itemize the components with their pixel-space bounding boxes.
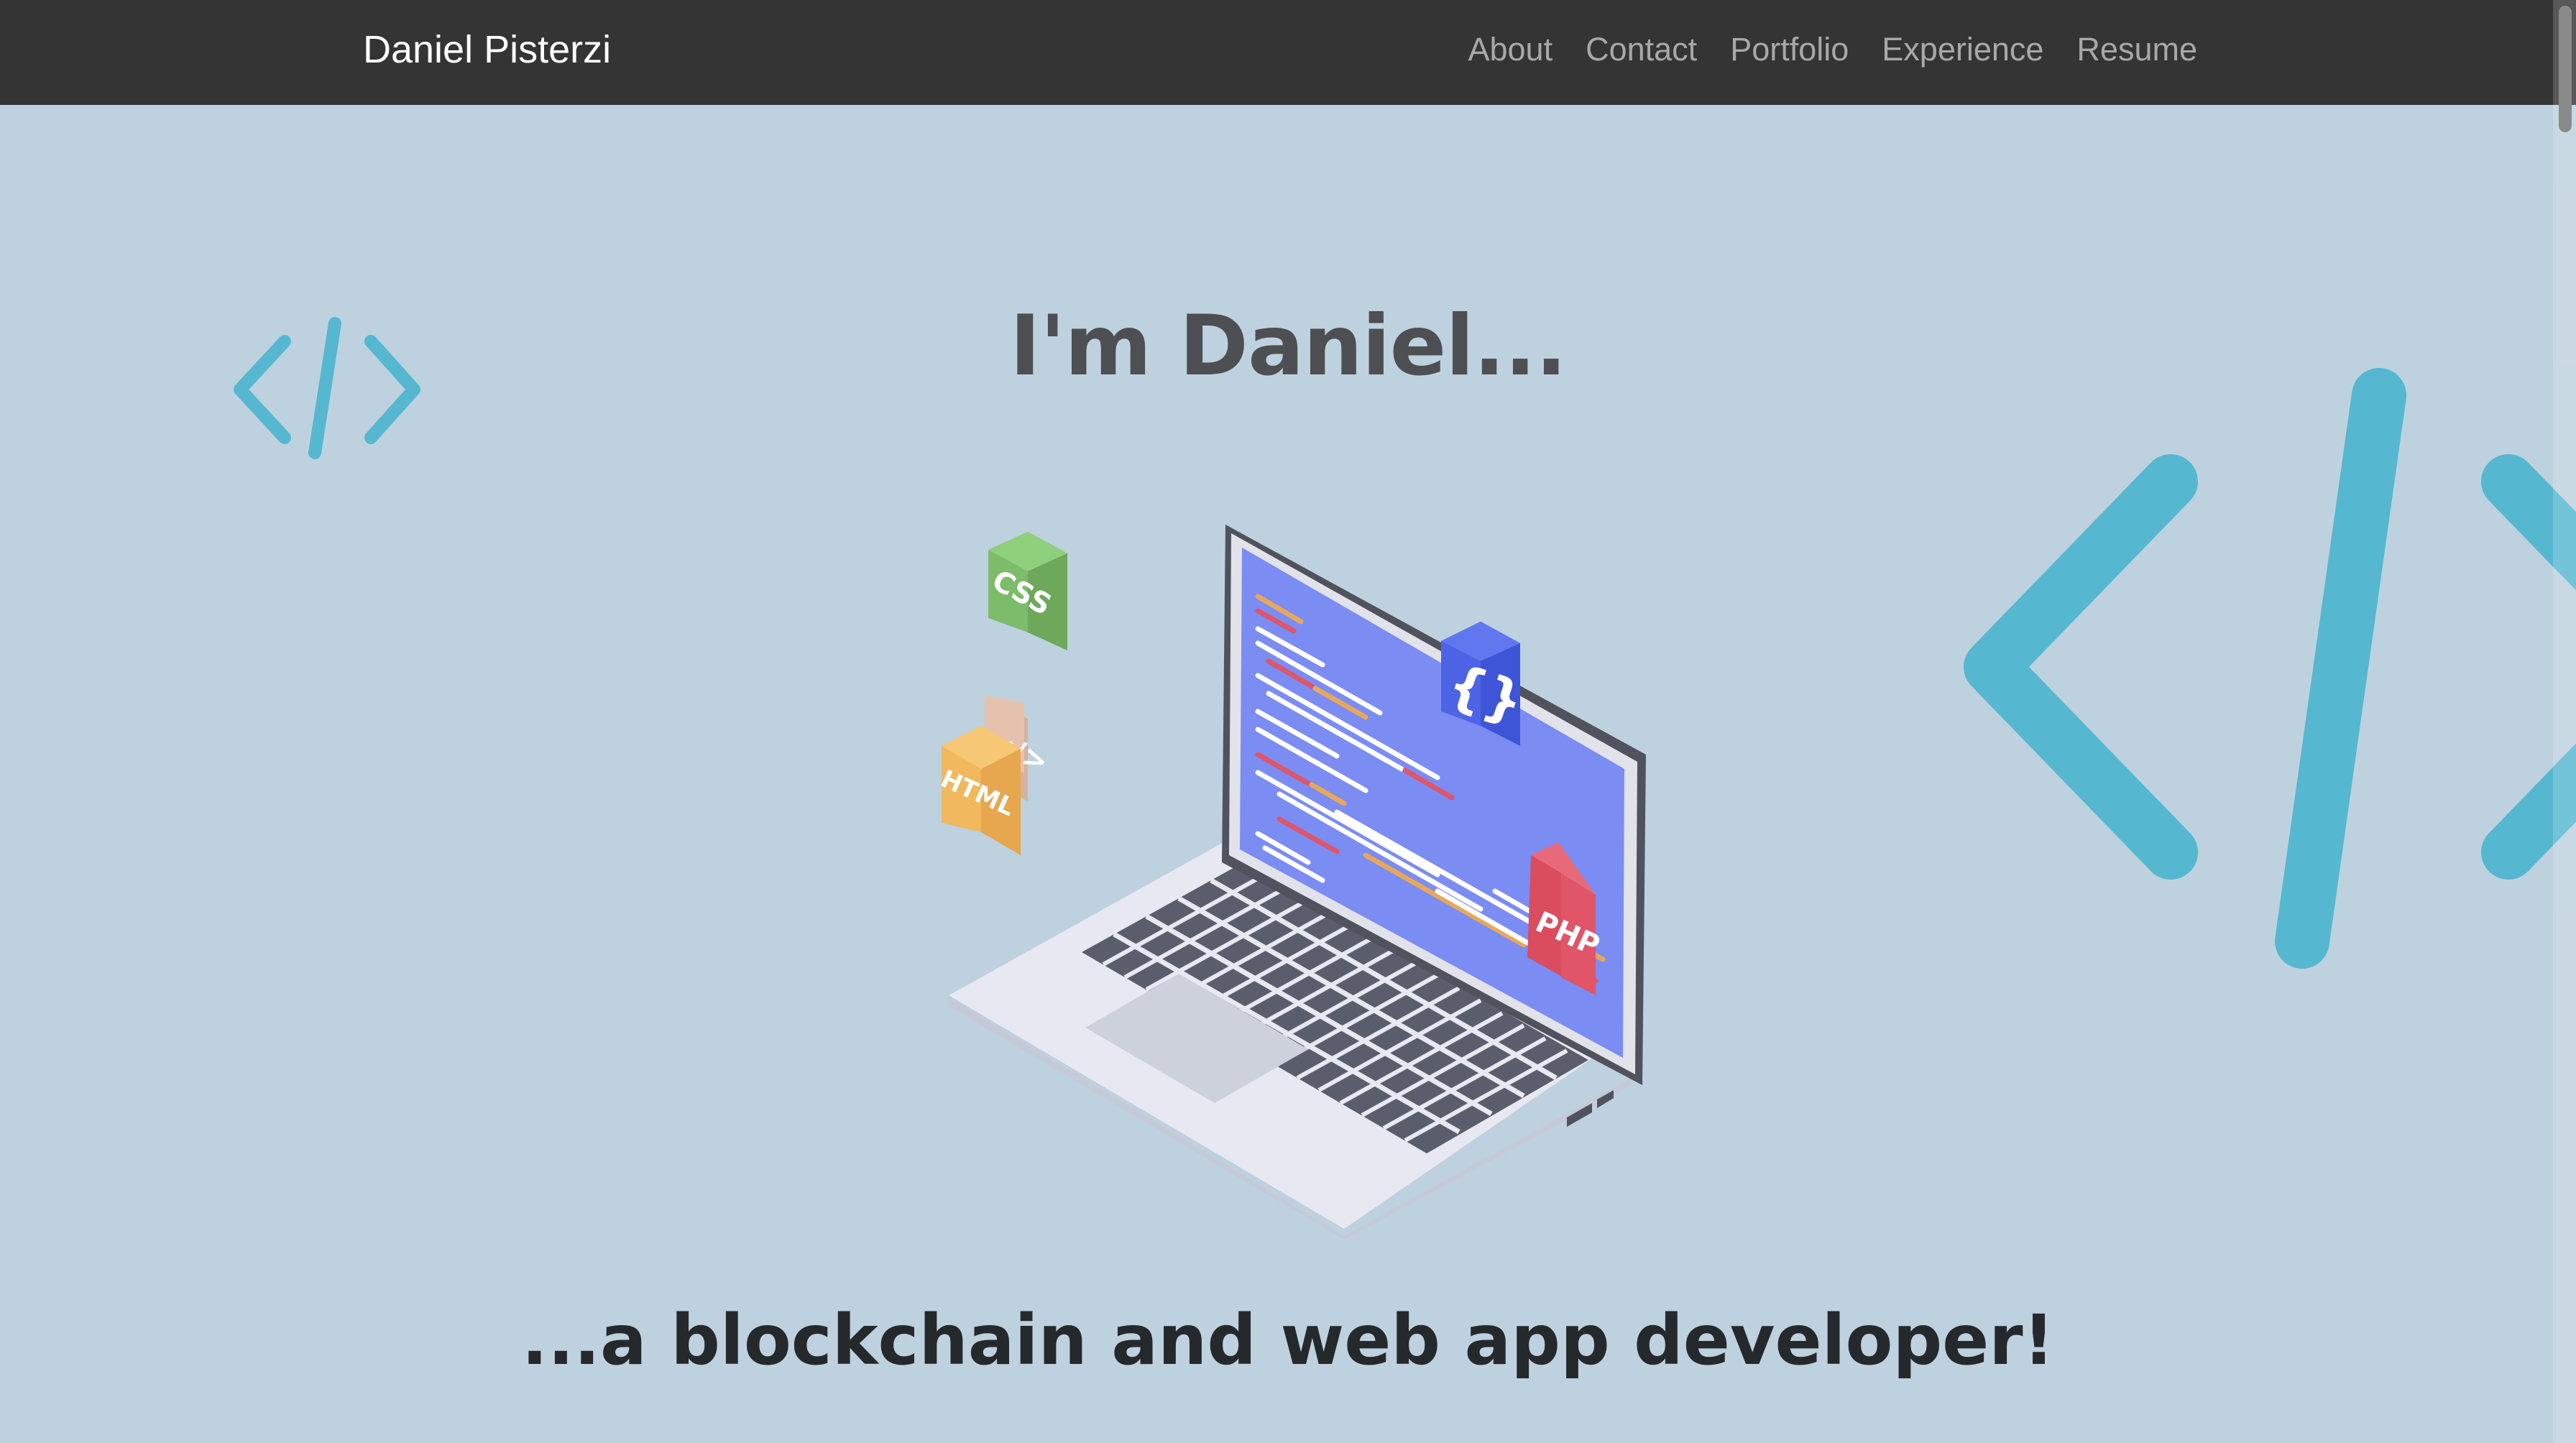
html-badge: HTML xyxy=(937,726,1021,855)
scrollbar-thumb[interactable] xyxy=(2559,6,2572,132)
page-scrollbar[interactable] xyxy=(2553,0,2576,1443)
nav-link-about[interactable]: About xyxy=(1468,24,1552,75)
nav-link-contact[interactable]: Contact xyxy=(1586,24,1697,75)
brand-link[interactable]: Daniel Pisterzi xyxy=(363,24,611,75)
nav-link-experience[interactable]: Experience xyxy=(1882,24,2043,75)
nav-link-resume[interactable]: Resume xyxy=(2076,24,2197,75)
css-badge: CSS xyxy=(987,532,1067,650)
code-icon-large xyxy=(1964,368,2576,969)
hero-subtitle: ...a blockchain and web app developer! xyxy=(521,1300,2055,1380)
nav-link-portfolio[interactable]: Portfolio xyxy=(1730,24,1849,75)
nav-links: About Contact Portfolio Experience Resum… xyxy=(1468,24,2197,75)
laptop-illustration: CSS </> HTML {} PHP xyxy=(937,525,1646,1240)
navbar: Daniel Pisterzi About Contact Portfolio … xyxy=(0,0,2576,105)
page: Daniel Pisterzi About Contact Portfolio … xyxy=(0,0,2576,1443)
hero-title: I'm Daniel... xyxy=(1009,298,1567,395)
